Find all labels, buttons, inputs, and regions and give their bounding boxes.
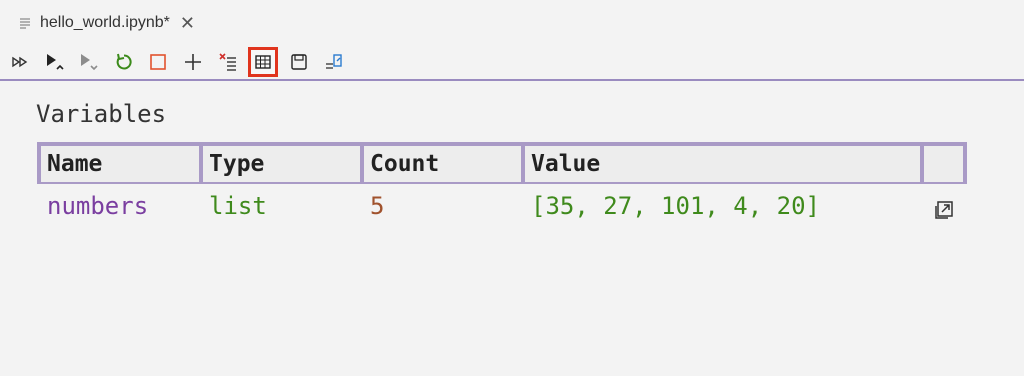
table-grid-icon xyxy=(255,55,271,69)
variable-type: list xyxy=(209,192,267,220)
table-row: numbers list 5 [35, 27, 101, 4, 20] xyxy=(37,184,967,228)
variable-value: [35, 27, 101, 4, 20] xyxy=(531,192,820,220)
run-above-button[interactable] xyxy=(42,50,66,74)
clear-outputs-icon xyxy=(219,53,236,71)
play-down-icon xyxy=(81,54,98,71)
column-header-count[interactable]: Count xyxy=(360,146,521,182)
save-button[interactable] xyxy=(287,50,311,74)
open-external-icon[interactable] xyxy=(932,198,956,222)
column-header-value[interactable]: Value xyxy=(521,146,924,182)
file-lines-icon xyxy=(18,16,32,30)
notebook-tab[interactable]: hello_world.ipynb* ✕ xyxy=(10,6,203,40)
run-all-button[interactable] xyxy=(8,50,32,74)
run-below-button[interactable] xyxy=(76,50,100,74)
floppy-icon xyxy=(291,54,307,70)
restart-icon xyxy=(116,53,132,70)
notebook-toolbar xyxy=(0,44,1024,81)
variable-count: 5 xyxy=(370,192,385,220)
variables-heading: Variables xyxy=(36,100,167,128)
tab-title: hello_world.ipynb* xyxy=(40,14,170,31)
add-cell-button[interactable] xyxy=(181,50,205,74)
play-up-icon xyxy=(47,54,64,70)
variables-table: Name Type Count Value numbers list 5 [35… xyxy=(37,142,967,228)
variable-name: numbers xyxy=(47,192,149,220)
stop-square-icon xyxy=(150,54,166,70)
plus-icon xyxy=(185,54,201,70)
interrupt-kernel-button[interactable] xyxy=(146,50,170,74)
table-header: Name Type Count Value xyxy=(37,142,967,184)
tab-bar: hello_world.ipynb* ✕ xyxy=(0,0,1024,44)
column-header-type[interactable]: Type xyxy=(199,146,360,182)
clear-outputs-button[interactable] xyxy=(216,50,240,74)
restart-kernel-button[interactable] xyxy=(112,50,136,74)
column-header-actions xyxy=(920,146,967,182)
double-play-icon xyxy=(12,56,28,68)
column-header-name[interactable]: Name xyxy=(37,146,199,182)
export-icon xyxy=(326,54,342,69)
close-icon[interactable]: ✕ xyxy=(180,13,195,34)
export-button[interactable] xyxy=(322,50,346,74)
variables-button[interactable] xyxy=(248,47,278,77)
